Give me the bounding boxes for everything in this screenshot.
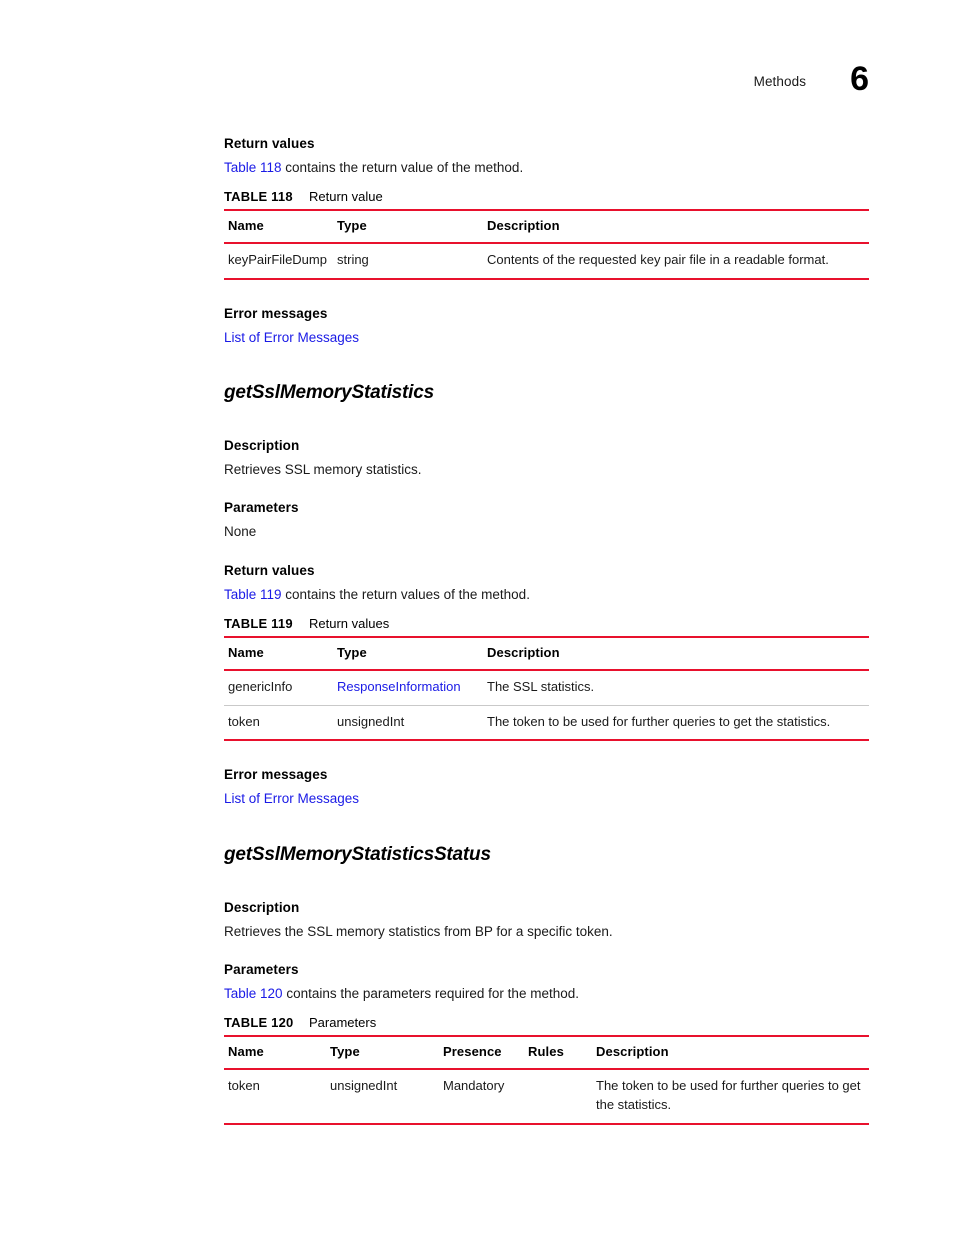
- cell-description: Contents of the requested key pair file …: [487, 243, 869, 280]
- table-row: token unsignedInt The token to be used f…: [224, 705, 869, 742]
- table-118: Name Type Description keyPairFileDump st…: [224, 209, 869, 280]
- error-messages-heading: Error messages: [224, 305, 328, 321]
- running-header: Methods 6: [753, 58, 869, 96]
- table-120-col-presence: Presence: [443, 1035, 528, 1071]
- table-119-title: Return values: [309, 615, 390, 631]
- method-heading-getsslmemorystatistics: getSslMemoryStatistics: [224, 382, 434, 404]
- section-description-1: Description Retrieves SSL memory statist…: [224, 438, 869, 480]
- cell-type: unsignedInt: [337, 705, 487, 742]
- table-118-intro: Table 118 contains the return value of t…: [224, 158, 869, 178]
- chapter-label: Methods: [753, 74, 807, 89]
- table-120-caption: TABLE 120 Parameters: [224, 1015, 869, 1030]
- cell-description: The token to be used for further queries…: [487, 705, 869, 742]
- parameters-heading-2: Parameters: [224, 961, 299, 977]
- table-119: Name Type Description genericInfo Respon…: [224, 635, 869, 742]
- table-120-intro-rest: contains the parameters required for the…: [282, 985, 579, 1001]
- parameters-heading: Parameters: [224, 500, 299, 516]
- cell-type: unsignedInt: [330, 1069, 443, 1125]
- table-118-header-row: Name Type Description: [224, 209, 869, 245]
- table-119-col-name: Name: [224, 635, 337, 671]
- cell-name: genericInfo: [224, 669, 337, 706]
- cell-rules: [528, 1069, 596, 1125]
- parameters-value: None: [224, 524, 257, 540]
- section-return-values-119: Return values Table 119 contains the ret…: [224, 563, 869, 742]
- table-118-link[interactable]: Table 118: [224, 160, 282, 175]
- table-119-col-description: Description: [487, 635, 869, 671]
- table-120-col-name: Name: [224, 1035, 330, 1071]
- table-120-col-description: Description: [596, 1035, 869, 1071]
- table-119-intro: Table 119 contains the return values of …: [224, 585, 869, 605]
- error-messages-link-wrap-2: List of Error Messages: [224, 789, 869, 809]
- document-page: Methods 6 Return values Table 118 contai…: [0, 0, 954, 1235]
- section-return-values-118: Return values Table 118 contains the ret…: [224, 136, 869, 280]
- return-values-heading-2: Return values: [224, 562, 315, 578]
- list-of-error-messages-link-2[interactable]: List of Error Messages: [224, 791, 359, 806]
- table-119-link[interactable]: Table 119: [224, 587, 282, 602]
- table-118-number: TABLE 118: [224, 189, 293, 205]
- cell-description: The SSL statistics.: [487, 669, 869, 706]
- response-information-link[interactable]: ResponseInformation: [337, 679, 461, 694]
- table-row: genericInfo ResponseInformation The SSL …: [224, 669, 869, 706]
- method-heading-getsslmemorystatisticsstatus: getSslMemoryStatisticsStatus: [224, 843, 491, 865]
- table-118-intro-rest: contains the return value of the method.: [281, 160, 524, 175]
- table-118-title: Return value: [309, 189, 383, 205]
- description-text-2: Retrieves the SSL memory statistics from…: [224, 923, 613, 939]
- description-heading-2: Description: [224, 899, 300, 915]
- error-messages-link-wrap: List of Error Messages: [224, 328, 869, 348]
- description-text: Retrieves SSL memory statistics.: [224, 462, 422, 478]
- table-118-col-description: Description: [487, 209, 869, 245]
- list-of-error-messages-link[interactable]: List of Error Messages: [224, 330, 359, 345]
- section-parameters-120: Parameters Table 120 contains the parame…: [224, 962, 869, 1125]
- table-118-col-type: Type: [337, 209, 487, 245]
- table-119-number: TABLE 119: [224, 615, 293, 631]
- section-error-messages-2: Error messages List of Error Messages: [224, 767, 869, 809]
- table-row: keyPairFileDump string Contents of the r…: [224, 243, 869, 280]
- chapter-number: 6: [850, 60, 869, 98]
- cell-presence: Mandatory: [443, 1069, 528, 1125]
- page-content: Return values Table 118 contains the ret…: [224, 136, 869, 1125]
- table-120-link[interactable]: Table 120: [224, 986, 283, 1001]
- section-parameters-1: Parameters None: [224, 500, 869, 542]
- table-120-title: Parameters: [309, 1015, 377, 1031]
- table-120: Name Type Presence Rules Description tok…: [224, 1035, 869, 1125]
- cell-type: ResponseInformation: [337, 669, 487, 706]
- table-120-col-type: Type: [330, 1035, 443, 1071]
- return-values-heading: Return values: [224, 136, 315, 151]
- table-120-header-row: Name Type Presence Rules Description: [224, 1035, 869, 1071]
- cell-description: The token to be used for further queries…: [596, 1069, 869, 1125]
- section-description-2: Description Retrieves the SSL memory sta…: [224, 900, 869, 942]
- cell-name: token: [224, 705, 337, 742]
- cell-name: keyPairFileDump: [224, 243, 337, 280]
- cell-type: string: [337, 243, 487, 280]
- table-120-intro: Table 120 contains the parameters requir…: [224, 984, 869, 1004]
- table-119-header-row: Name Type Description: [224, 635, 869, 671]
- section-error-messages-1: Error messages List of Error Messages: [224, 306, 869, 348]
- table-118-col-name: Name: [224, 209, 337, 245]
- cell-name: token: [224, 1069, 330, 1125]
- table-119-intro-rest: contains the return values of the method…: [281, 586, 530, 602]
- table-118-caption: TABLE 118 Return value: [224, 189, 869, 204]
- error-messages-heading-2: Error messages: [224, 767, 328, 783]
- table-120-number: TABLE 120: [224, 1015, 294, 1031]
- description-heading: Description: [224, 438, 300, 454]
- table-119-col-type: Type: [337, 635, 487, 671]
- table-120-col-rules: Rules: [528, 1035, 596, 1071]
- table-119-caption: TABLE 119 Return values: [224, 616, 869, 631]
- table-row: token unsignedInt Mandatory The token to…: [224, 1069, 869, 1125]
